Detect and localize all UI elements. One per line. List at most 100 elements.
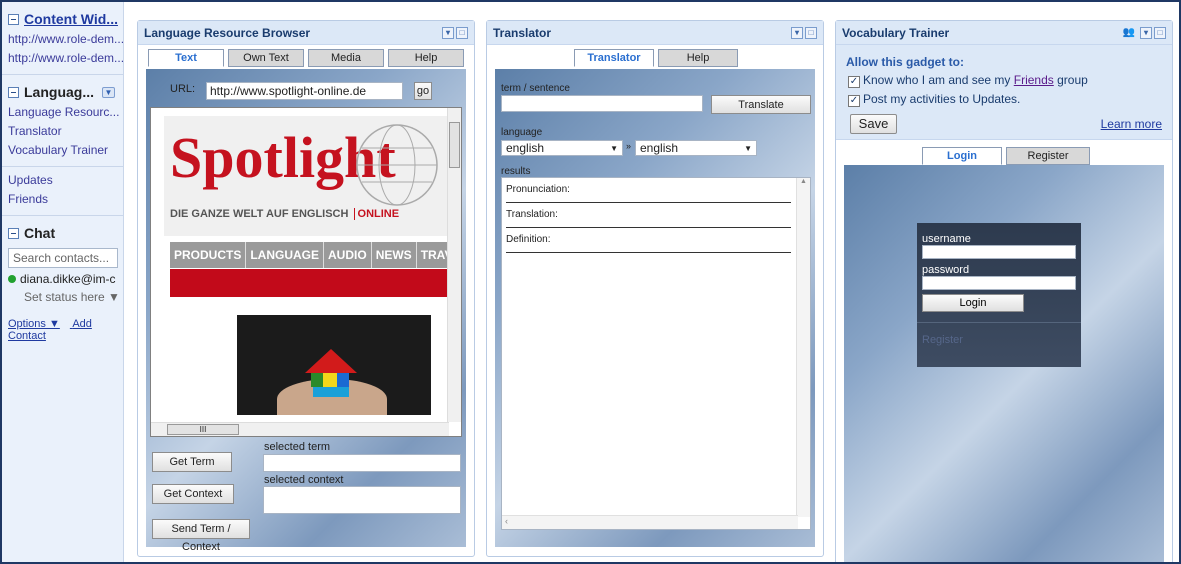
tab-register[interactable]: Register [1006, 147, 1090, 165]
checkbox-checked-icon[interactable]: ✓ [848, 76, 860, 88]
auth-tabs: Login Register [922, 147, 1172, 165]
sidebar-item-vocabulary-trainer[interactable]: Vocabulary Trainer [8, 141, 123, 160]
permission-panel: Allow this gadget to: ✓ Know who I am and… [836, 45, 1172, 140]
divider [917, 322, 1081, 323]
term-label: term / sentence [501, 83, 570, 94]
username-input[interactable] [922, 245, 1076, 259]
sidebar-item-translator[interactable]: Translator [8, 122, 123, 141]
go-button[interactable]: go [414, 82, 432, 100]
source-language-select[interactable]: english [501, 140, 623, 156]
login-box: username password Login Register [917, 223, 1081, 367]
content-widget-link[interactable]: http://www.role-dem... [8, 49, 123, 68]
target-language-select[interactable]: english [635, 140, 757, 156]
menu-icon[interactable]: ▾ [791, 26, 803, 39]
permission-friends-suffix: group [1053, 73, 1088, 87]
maximize-icon[interactable]: □ [805, 26, 817, 39]
arrow-right-icon: » [626, 141, 632, 151]
permission-updates[interactable]: ✓ Post my activities to Updates. [848, 92, 1020, 107]
get-term-button[interactable]: Get Term [152, 452, 232, 472]
login-button[interactable]: Login [922, 294, 1024, 312]
contact-item[interactable]: diana.dikke@im-c [8, 272, 123, 286]
menu-icon[interactable]: ▾ [1140, 26, 1152, 39]
selected-context-field[interactable] [263, 486, 461, 514]
results-vscrollbar[interactable]: ▲ [796, 178, 810, 517]
friends-link[interactable]: Friends [1014, 73, 1054, 87]
allow-heading: Allow this gadget to: [846, 55, 964, 69]
gadget-title: Language Resource Browser [144, 25, 311, 40]
vocab-body: username password Login Register [844, 165, 1164, 562]
chat-header[interactable]: Chat [8, 222, 123, 244]
password-input[interactable] [922, 276, 1076, 290]
maximize-icon[interactable]: □ [1154, 26, 1166, 39]
red-banner [170, 269, 450, 297]
results-panel: Pronunciation: Translation: Definition: … [501, 177, 811, 530]
language-title: Languag... [24, 84, 94, 100]
selected-context-label: selected context [264, 474, 344, 486]
tab-media[interactable]: Media [308, 49, 384, 67]
gadget-title: Translator [493, 25, 552, 40]
options-link[interactable]: Options ▼ [8, 318, 60, 330]
gadget-header: Vocabulary Trainer 👥 ▾ □ [836, 21, 1172, 45]
permission-friends-prefix: Know who I am and see my [863, 73, 1014, 87]
site-nav-products[interactable]: PRODUCTS [170, 242, 247, 268]
result-translation: Translation: [506, 209, 791, 228]
content-widgets-header[interactable]: Content Wid... [8, 8, 123, 30]
vertical-scrollbar[interactable] [447, 108, 461, 422]
site-nav-news[interactable]: NEWS [372, 242, 417, 268]
chevron-down-icon[interactable]: ▼ [102, 86, 115, 98]
tab-own-text[interactable]: Own Text [228, 49, 304, 67]
maximize-icon[interactable]: □ [456, 26, 468, 39]
site-photo [237, 315, 431, 415]
site-nav: PRODUCTS LANGUAGE AUDIO NEWS TRAVE [170, 242, 450, 268]
get-context-button[interactable]: Get Context [152, 484, 234, 504]
password-label: password [922, 264, 970, 276]
sidebar-item-updates[interactable]: Updates [8, 171, 123, 190]
permission-friends[interactable]: ✓ Know who I am and see my Friends group [848, 73, 1088, 88]
sidebar-item-language-resource[interactable]: Language Resourc... [8, 103, 123, 122]
language-section: Languag... ▼ Language Resourc... Transla… [2, 75, 123, 167]
learn-more-link[interactable]: Learn more [1101, 117, 1162, 131]
sidebar-item-friends[interactable]: Friends [8, 190, 123, 209]
selected-term-field[interactable] [263, 454, 461, 472]
web-view[interactable]: Spotlight DIE GANZE WELT AUF ENGLISCH ON… [150, 107, 462, 437]
tab-login[interactable]: Login [922, 147, 1002, 165]
menu-icon[interactable]: ▾ [442, 26, 454, 39]
online-text: ONLINE [353, 208, 400, 220]
tab-help[interactable]: Help [388, 49, 464, 67]
username-label: username [922, 233, 971, 245]
result-pronunciation: Pronunciation: [506, 184, 791, 203]
vocabulary-trainer-gadget: Vocabulary Trainer 👥 ▾ □ Allow this gadg… [835, 20, 1173, 562]
site-nav-audio[interactable]: AUDIO [324, 242, 372, 268]
online-status-icon [8, 275, 16, 283]
collapse-icon[interactable] [8, 86, 19, 98]
people-icon[interactable]: 👥 [1123, 27, 1135, 38]
site-nav-travel[interactable]: TRAVE [417, 242, 450, 268]
tab-help[interactable]: Help [658, 49, 738, 67]
language-resource-browser-gadget: Language Resource Browser ▾ □ Text Own T… [137, 20, 475, 557]
save-button[interactable]: Save [850, 114, 897, 134]
tagline: DIE GANZE WELT AUF ENGLISCH ONLINE [170, 208, 400, 220]
content-widget-link[interactable]: http://www.role-dem... [8, 30, 123, 49]
tab-text[interactable]: Text [148, 49, 224, 67]
permission-updates-label: Post my activities to Updates. [863, 92, 1021, 106]
results-hscrollbar[interactable]: ‹ [502, 515, 798, 529]
language-header[interactable]: Languag... ▼ [8, 81, 123, 103]
scroll-thumb-h[interactable]: III [167, 424, 239, 435]
tab-translator[interactable]: Translator [574, 49, 654, 67]
translate-button[interactable]: Translate [711, 95, 811, 114]
register-link[interactable]: Register [922, 334, 963, 346]
send-term-context-button[interactable]: Send Term / Context [152, 519, 250, 553]
checkbox-checked-icon[interactable]: ✓ [848, 95, 860, 107]
collapse-icon[interactable] [8, 227, 19, 239]
search-contacts-input[interactable]: Search contacts... [8, 248, 118, 268]
scroll-thumb[interactable] [449, 122, 460, 168]
collapse-icon[interactable] [8, 13, 19, 25]
url-input[interactable]: http://www.spotlight-online.de [206, 82, 403, 100]
status-selector[interactable]: Set status here ▼ [24, 290, 123, 304]
content-widgets-title[interactable]: Content Wid... [24, 11, 118, 27]
result-definition: Definition: [506, 234, 791, 253]
site-nav-language[interactable]: LANGUAGE [246, 242, 325, 268]
lrb-body: URL: http://www.spotlight-online.de go S… [146, 69, 466, 553]
horizontal-scrollbar[interactable]: III [151, 422, 449, 436]
term-input[interactable] [501, 95, 703, 112]
